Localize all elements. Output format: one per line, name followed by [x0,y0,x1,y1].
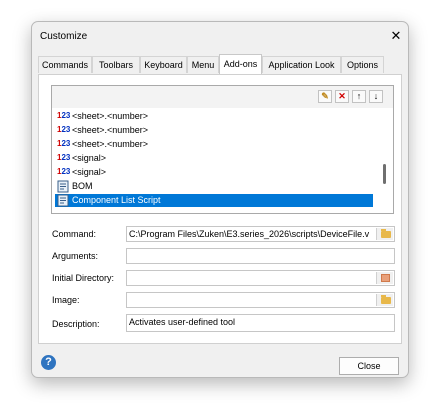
close-icon[interactable]: ✕ [388,28,404,44]
folder-icon [381,295,391,304]
initial-directory-input[interactable] [126,270,395,286]
list-item-label: <sheet>.<number> [72,139,149,149]
dialog-title: Customize [40,31,88,42]
arguments-label: Arguments: [52,251,99,261]
command-input[interactable]: C:\Program Files\Zuken\E3.series_2026\sc… [126,226,395,242]
close-button[interactable]: Close [339,357,399,375]
command-label: Command: [52,229,97,239]
list-scrollbar[interactable] [379,108,391,213]
list-item-label: <sheet>.<number> [72,111,149,121]
description-label: Description: [52,319,100,329]
list-item-label: <signal> [72,153,107,163]
list-item-label: Component List Script [72,195,161,205]
folder-icon [381,229,391,238]
delete-icon[interactable]: ✕ [335,90,349,103]
image-label: Image: [52,295,80,305]
list-item-selected[interactable]: Component List Script [55,194,373,207]
tab-toolbars[interactable]: Toolbars [92,56,140,73]
script-icon [57,180,69,193]
list-item-label: BOM [72,181,93,191]
add-ons-list: ✎ ✕ ↑ ↓ 123 <sheet>.<number> 123 <sheet>… [51,85,394,214]
move-down-icon[interactable]: ↓ [369,90,383,103]
numeric-123-icon: 123 [57,125,71,134]
image-input[interactable] [126,292,395,308]
new-item-icon[interactable]: ✎ [318,90,332,103]
browse-image-button[interactable] [376,294,393,306]
tab-menu[interactable]: Menu [187,56,219,73]
numeric-123-icon: 123 [57,153,71,162]
list-item[interactable]: BOM [55,180,373,193]
script-icon [57,194,69,207]
arguments-input[interactable] [126,248,395,264]
list-area: 123 <sheet>.<number> 123 <sheet>.<number… [52,108,393,213]
list-toolbar: ✎ ✕ ↑ ↓ [52,86,393,108]
list-item[interactable]: 123 <signal> [55,166,373,179]
list-item[interactable]: 123 <sheet>.<number> [55,124,373,137]
tab-options[interactable]: Options [341,56,384,73]
tab-application-look[interactable]: Application Look [262,56,341,73]
move-up-icon[interactable]: ↑ [352,90,366,103]
list-item[interactable]: 123 <sheet>.<number> [55,110,373,123]
tab-add-ons[interactable]: Add-ons [219,54,262,74]
description-value: Activates user-defined tool [129,317,236,327]
command-value: C:\Program Files\Zuken\E3.series_2026\sc… [129,229,370,239]
tab-commands[interactable]: Commands [38,56,92,73]
browse-directory-button[interactable] [376,272,393,284]
customize-dialog: Customize ✕ Commands Toolbars Keyboard M… [31,21,409,378]
list-item-label: <sheet>.<number> [72,125,149,135]
directory-browse-icon [381,274,390,282]
tab-keyboard[interactable]: Keyboard [140,56,187,73]
add-ons-panel: ✎ ✕ ↑ ↓ 123 <sheet>.<number> 123 <sheet>… [38,74,402,344]
list-item[interactable]: 123 <signal> [55,152,373,165]
scroll-thumb[interactable] [383,164,386,184]
title-bar: Customize ✕ [32,22,408,50]
help-icon[interactable]: ? [41,355,56,370]
list-item[interactable]: 123 <sheet>.<number> [55,138,373,151]
description-input[interactable]: Activates user-defined tool [126,314,395,332]
list-item-label: <signal> [72,167,107,177]
numeric-123-icon: 123 [57,167,71,176]
numeric-123-icon: 123 [57,139,71,148]
initial-directory-label: Initial Directory: [52,273,115,283]
browse-command-button[interactable] [376,228,393,240]
numeric-123-icon: 123 [57,111,71,120]
